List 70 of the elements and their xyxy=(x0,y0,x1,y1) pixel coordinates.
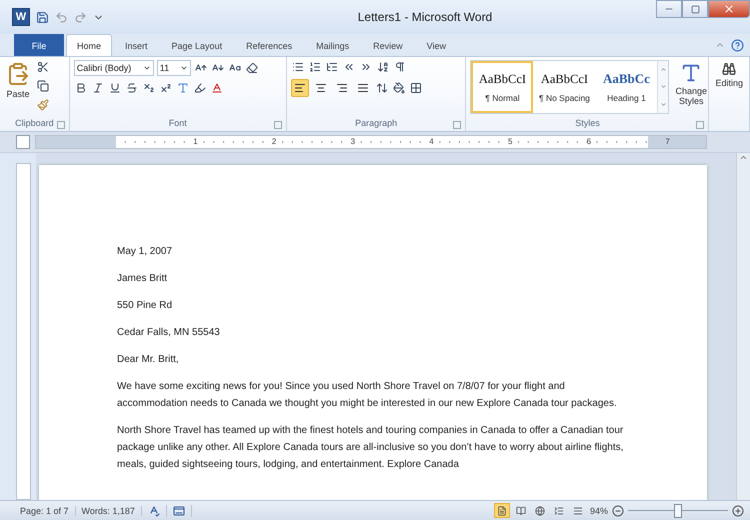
superscript-icon[interactable] xyxy=(158,81,173,95)
letter-icon xyxy=(680,62,702,84)
document-paragraph: Dear Mr. Britt, xyxy=(117,353,180,367)
page-count[interactable]: Page: 1 of 7 xyxy=(14,506,76,516)
change-styles-button[interactable]: Change Styles xyxy=(673,60,709,108)
scroll-down-icon[interactable] xyxy=(660,83,667,90)
font-name-field[interactable]: Calibri (Body) xyxy=(74,60,154,76)
window-title: Letters1 - Microsoft Word xyxy=(356,10,494,24)
gallery-scrollbar[interactable] xyxy=(657,61,668,113)
document-paragraph: North Shore Travel has teamed up with the finest hotels and touring companies in Canada to offer a Canadian tour package unlike any other. All Explore Canada tours are all-inclusive so you don’t have to worry about airline flights, meals, guided sightseeing tours, lodging, and entertainment. Explore Canada xyxy=(117,424,624,472)
app-logo: W xyxy=(12,8,30,26)
ribbon-tab[interactable]: View xyxy=(416,34,457,56)
close-button[interactable] xyxy=(708,0,750,18)
sort-icon[interactable] xyxy=(376,60,390,74)
group-label: Styles xyxy=(466,118,708,131)
document-paragraph: 550 Pine Rd xyxy=(117,299,174,313)
expand-caret-icon[interactable] xyxy=(660,100,667,108)
group-label: Font xyxy=(70,118,286,131)
document-paragraph: May 1, 2007 xyxy=(117,245,174,259)
line-spacing-icon[interactable] xyxy=(374,81,389,95)
numbered-list-icon[interactable] xyxy=(308,60,322,74)
scroll-up-icon[interactable] xyxy=(739,153,748,162)
caret-icon xyxy=(142,64,151,72)
font-size-field[interactable]: 11 xyxy=(156,60,191,76)
ribbon-tab[interactable]: Review xyxy=(362,34,414,56)
document-paragraph: Cedar Falls, MN 55543 xyxy=(117,326,221,340)
style-item[interactable]: AaBbCcI ¶ Normal xyxy=(471,61,534,113)
binoculars-icon xyxy=(722,62,736,76)
zoom-level[interactable]: 94% xyxy=(586,506,612,516)
ribbon-tab[interactable]: Home xyxy=(66,34,112,56)
multilevel-list-icon[interactable] xyxy=(324,60,339,74)
caret-icon xyxy=(180,64,188,72)
underline-icon[interactable] xyxy=(108,81,122,95)
strikethrough-icon[interactable] xyxy=(124,81,139,95)
ribbon-tab[interactable]: References xyxy=(235,34,304,56)
document-paragraph: James Britt xyxy=(117,272,168,286)
ribbon-tab[interactable]: Mailings xyxy=(305,34,360,56)
zoom-out-icon[interactable] xyxy=(612,504,624,516)
zoom-slider-thumb[interactable] xyxy=(674,504,682,518)
subscript-icon[interactable] xyxy=(142,81,156,95)
eraser-icon[interactable] xyxy=(244,61,259,75)
maximize-button[interactable] xyxy=(682,0,708,18)
highlighter-icon[interactable] xyxy=(192,81,207,95)
paintbrush-icon[interactable] xyxy=(36,98,50,112)
word-count[interactable]: Words: 1,187 xyxy=(76,506,142,516)
copy-icon[interactable] xyxy=(36,79,50,93)
ribbon-tab[interactable]: Page Layout xyxy=(160,34,234,56)
ribbon-tab[interactable]: Insert xyxy=(114,34,159,56)
vertical-scrollbar[interactable] xyxy=(736,153,750,500)
zoom-in-icon[interactable] xyxy=(732,504,744,516)
borders-icon[interactable] xyxy=(408,81,423,95)
file-tab[interactable]: File xyxy=(14,34,64,56)
help-icon[interactable] xyxy=(731,38,744,52)
clipboard-icon xyxy=(6,62,30,86)
ruler-number: 7 xyxy=(665,136,670,148)
font-color-icon[interactable] xyxy=(210,81,224,95)
close-icon xyxy=(723,3,735,15)
group-label: Clipboard xyxy=(0,118,69,131)
save-icon[interactable] xyxy=(36,10,49,24)
align-left-icon[interactable] xyxy=(290,79,309,97)
scissors-icon[interactable] xyxy=(36,60,50,74)
print-view-icon[interactable] xyxy=(494,503,510,518)
group-label: Paragraph xyxy=(286,118,466,131)
paste-button[interactable]: Paste xyxy=(4,60,32,101)
scroll-up-icon[interactable] xyxy=(660,66,667,74)
editing-button[interactable]: Editing xyxy=(713,60,745,90)
tab-selector[interactable] xyxy=(16,135,30,149)
document-paragraph: We have some exciting news for you! Since you used North Shore Travel on 7/8/07 for your flight and accommodation needs to Canada we thought you might be interested in our new Explore Canada tour packages. xyxy=(117,380,618,411)
maximize-icon xyxy=(690,4,700,14)
shading-icon[interactable] xyxy=(392,81,406,95)
